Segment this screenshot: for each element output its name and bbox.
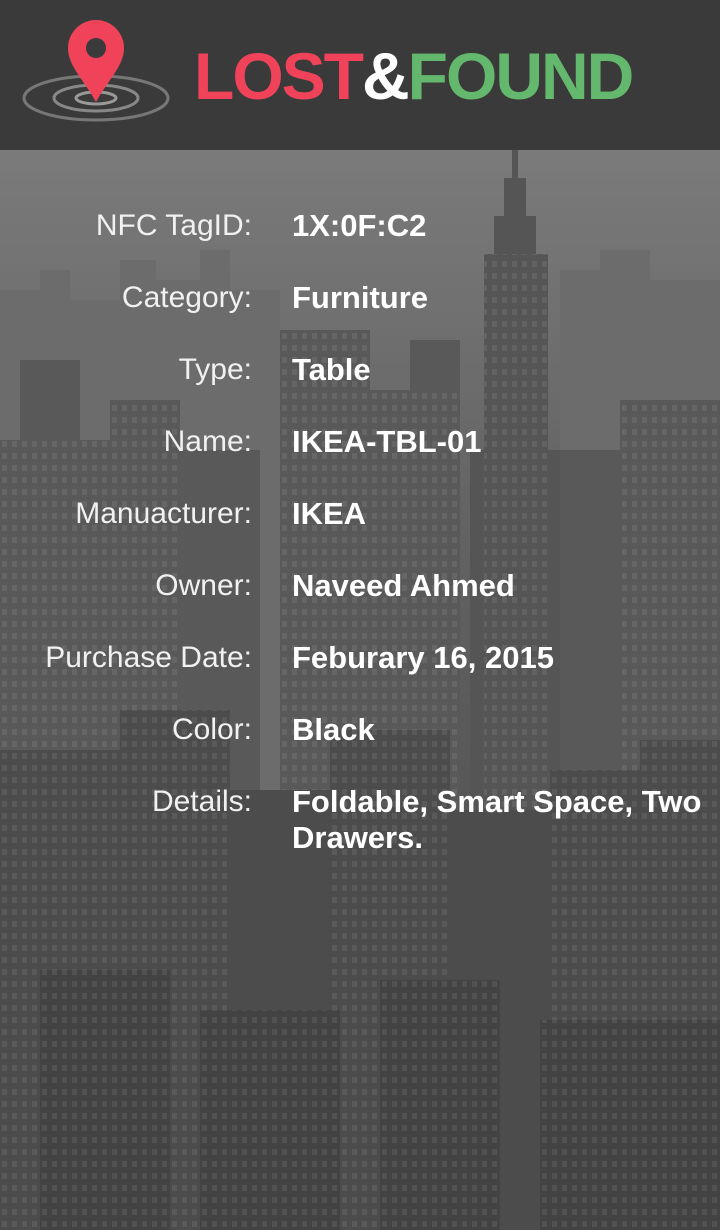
nfc-tag-label: NFC TagID: (95, 209, 252, 242)
color-value: Black (292, 712, 375, 747)
type-label: Type: (178, 353, 252, 386)
details-label: Details: (151, 785, 252, 818)
brand-ampersand: & (362, 39, 410, 113)
owner-value: Naveed Ahmed (292, 568, 515, 603)
owner-label: Owner: (155, 569, 252, 602)
name-label: Name: (163, 425, 252, 458)
name-value: IKEA-TBL-01 (292, 424, 482, 459)
brand-lost: LOST (194, 39, 364, 113)
nfc-tag-value: 1X:0F:C2 (292, 208, 427, 243)
purchase-date-value: Feburary 16, 2015 (292, 640, 554, 675)
app-header: LOST&FOUND (0, 0, 720, 150)
brand-found: FOUND (407, 39, 635, 113)
color-label: Color: (171, 713, 252, 746)
category-label: Category: (121, 281, 252, 314)
purchase-date-label: Purchase Date: (45, 641, 252, 674)
app-title: LOST&FOUND (194, 39, 635, 120)
details-value: Foldable, Smart Space, Two Drawers. (292, 784, 702, 855)
map-pin-radar-icon (22, 20, 170, 122)
type-value: Table (292, 352, 371, 387)
category-value: Furniture (292, 280, 429, 315)
manufacturer-label: Manuacturer: (75, 497, 252, 530)
manufacturer-value: IKEA (292, 496, 367, 531)
